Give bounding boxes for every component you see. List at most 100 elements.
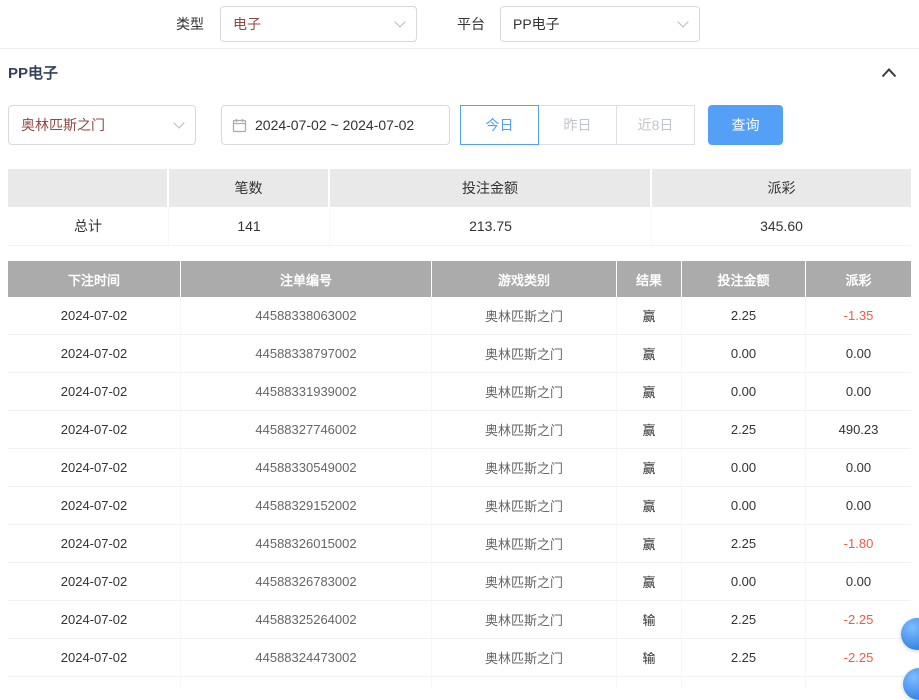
column-header: 结果 <box>617 261 682 297</box>
cell-bet-id: 44588327746002 <box>181 411 432 449</box>
column-header: 下注时间 <box>8 261 181 297</box>
table-row: 2024-07-0244588324473002奥林匹斯之门输2.25-2.25 <box>8 639 911 677</box>
cell-result: 输 <box>617 601 682 639</box>
cell-bet-time: 2024-07-02 <box>8 297 181 335</box>
game-select-value: 奥林匹斯之门 <box>21 115 105 135</box>
table-row: 2024-07-0244588329152002奥林匹斯之门赢0.000.00 <box>8 487 911 525</box>
cell-bet-time: 2024-07-02 <box>8 601 181 639</box>
platform-select-value: PP电子 <box>513 14 560 34</box>
type-select-value: 电子 <box>233 14 261 34</box>
cell-payout: 0.00 <box>806 335 911 373</box>
section-header: PP电子 <box>0 49 919 96</box>
cell-result: 赢 <box>617 525 682 563</box>
collapse-button[interactable] <box>881 67 897 78</box>
cell-bet-id: 44588331939002 <box>181 373 432 411</box>
column-header: 派彩 <box>806 261 911 297</box>
summary-payout-value: 345.60 <box>652 207 911 246</box>
cell-bet-amount: 0.00 <box>682 373 806 411</box>
cell-bet-id: 44588326015002 <box>181 525 432 563</box>
cell-bet-amount: 0.00 <box>682 449 806 487</box>
cell-game-type: 奥林匹斯之门 <box>432 297 617 335</box>
summary-header-row: 笔数 投注金额 派彩 <box>8 169 911 207</box>
summary-total-label: 总计 <box>8 207 169 246</box>
chevron-down-icon <box>173 117 184 128</box>
table-row: 2024-07-0244588338797002奥林匹斯之门赢0.000.00 <box>8 335 911 373</box>
summary-bet-amount-value: 213.75 <box>330 207 652 246</box>
cell-bet-amount: 2.25 <box>682 639 806 677</box>
quick-date-button[interactable]: 近8日 <box>616 105 695 145</box>
cell-bet-id: 44588325264002 <box>181 601 432 639</box>
cell-bet-amount: 0.00 <box>682 563 806 601</box>
cell-payout: 0.00 <box>806 487 911 525</box>
type-select[interactable]: 电子 <box>220 6 417 42</box>
cell-bet-time: 2024-07-02 <box>8 411 181 449</box>
type-label: 类型 <box>176 14 204 34</box>
cell-game-type: 奥林匹斯之门 <box>432 525 617 563</box>
cell-result: 赢 <box>617 335 682 373</box>
table-row: 2024-07-0244588338063002奥林匹斯之门赢2.25-1.35 <box>8 297 911 335</box>
cell-bet-amount: 2.25 <box>682 297 806 335</box>
cell-game-type: 奥林匹斯之门 <box>432 449 617 487</box>
summary-table: 笔数 投注金额 派彩 总计 141 213.75 345.60 <box>8 169 911 246</box>
cell-bet-time: 2024-07-02 <box>8 373 181 411</box>
chevron-up-icon <box>881 67 897 78</box>
cell-payout: 490.23 <box>806 411 911 449</box>
table-row: 2024-07-0244588327746002奥林匹斯之门赢2.25490.2… <box>8 411 911 449</box>
table-row: 2024-07-0244588326783002奥林匹斯之门赢0.000.00 <box>8 563 911 601</box>
cell-bet-id: 44588338063002 <box>181 297 432 335</box>
cell-bet-amount: 2.25 <box>682 601 806 639</box>
game-select[interactable]: 奥林匹斯之门 <box>8 105 196 145</box>
cell-game-type: 奥林匹斯之门 <box>432 601 617 639</box>
cell-bet-id: 44588338797002 <box>181 335 432 373</box>
cell-bet-time: 2024-07-02 <box>8 487 181 525</box>
column-header: 投注金额 <box>682 261 806 297</box>
quick-date-button[interactable]: 今日 <box>460 105 539 145</box>
table-row: 2024-07-0244588326015002奥林匹斯之门赢2.25-1.80 <box>8 525 911 563</box>
summary-header-count: 笔数 <box>169 169 330 207</box>
cell-result: 赢 <box>617 373 682 411</box>
cell-game-type: 奥林匹斯之门 <box>432 639 617 677</box>
summary-count-value: 141 <box>169 207 330 246</box>
cell-payout: 0.00 <box>806 373 911 411</box>
bets-table: 下注时间注单编号游戏类别结果投注金额派彩 2024-07-02445883380… <box>8 261 911 689</box>
search-button[interactable]: 查询 <box>708 105 783 145</box>
cell-game-type: 奥林匹斯之门 <box>432 411 617 449</box>
cell-result: 输 <box>617 639 682 677</box>
cell-bet-amount: 0.00 <box>682 335 806 373</box>
cell-bet-time: 2024-07-02 <box>8 449 181 487</box>
cell-game-type: 奥林匹斯之门 <box>432 373 617 411</box>
cell-bet-time: 2024-07-02 <box>8 563 181 601</box>
cell-payout: -1.80 <box>806 525 911 563</box>
cell-bet-amount: 2.25 <box>682 525 806 563</box>
cell-bet-id: 44588324473002 <box>181 639 432 677</box>
cell-bet-time: 2024-07-02 <box>8 525 181 563</box>
cell-result: 赢 <box>617 449 682 487</box>
table-row-partial <box>8 677 911 689</box>
platform-select[interactable]: PP电子 <box>500 6 700 42</box>
cell-game-type: 奥林匹斯之门 <box>432 335 617 373</box>
cell-result: 赢 <box>617 297 682 335</box>
cell-bet-id: 44588329152002 <box>181 487 432 525</box>
cell-bet-id: 44588326783002 <box>181 563 432 601</box>
table-row: 2024-07-0244588325264002奥林匹斯之门输2.25-2.25 <box>8 601 911 639</box>
cell-payout: -2.25 <box>806 639 911 677</box>
cell-payout: 0.00 <box>806 563 911 601</box>
table-row: 2024-07-0244588330549002奥林匹斯之门赢0.000.00 <box>8 449 911 487</box>
cell-bet-amount: 0.00 <box>682 487 806 525</box>
date-range-value: 2024-07-02 ~ 2024-07-02 <box>255 117 414 133</box>
cell-game-type: 奥林匹斯之门 <box>432 487 617 525</box>
quick-date-button-group: 今日昨日近8日 <box>460 105 695 145</box>
table-body: 2024-07-0244588338063002奥林匹斯之门赢2.25-1.35… <box>8 297 911 677</box>
cell-bet-amount: 2.25 <box>682 411 806 449</box>
quick-date-button[interactable]: 昨日 <box>538 105 617 145</box>
cell-bet-id: 44588330549002 <box>181 449 432 487</box>
date-range-picker[interactable]: 2024-07-02 ~ 2024-07-02 <box>221 105 450 145</box>
summary-total-row: 总计 141 213.75 345.60 <box>8 207 911 246</box>
summary-header-bet-amount: 投注金额 <box>330 169 652 207</box>
cell-payout: -2.25 <box>806 601 911 639</box>
calendar-icon <box>232 118 247 133</box>
cell-result: 赢 <box>617 487 682 525</box>
summary-header-payout: 派彩 <box>652 169 911 207</box>
query-filter-row: 奥林匹斯之门 2024-07-02 ~ 2024-07-02 今日昨日近8日 查… <box>0 96 919 145</box>
cell-payout: 0.00 <box>806 449 911 487</box>
